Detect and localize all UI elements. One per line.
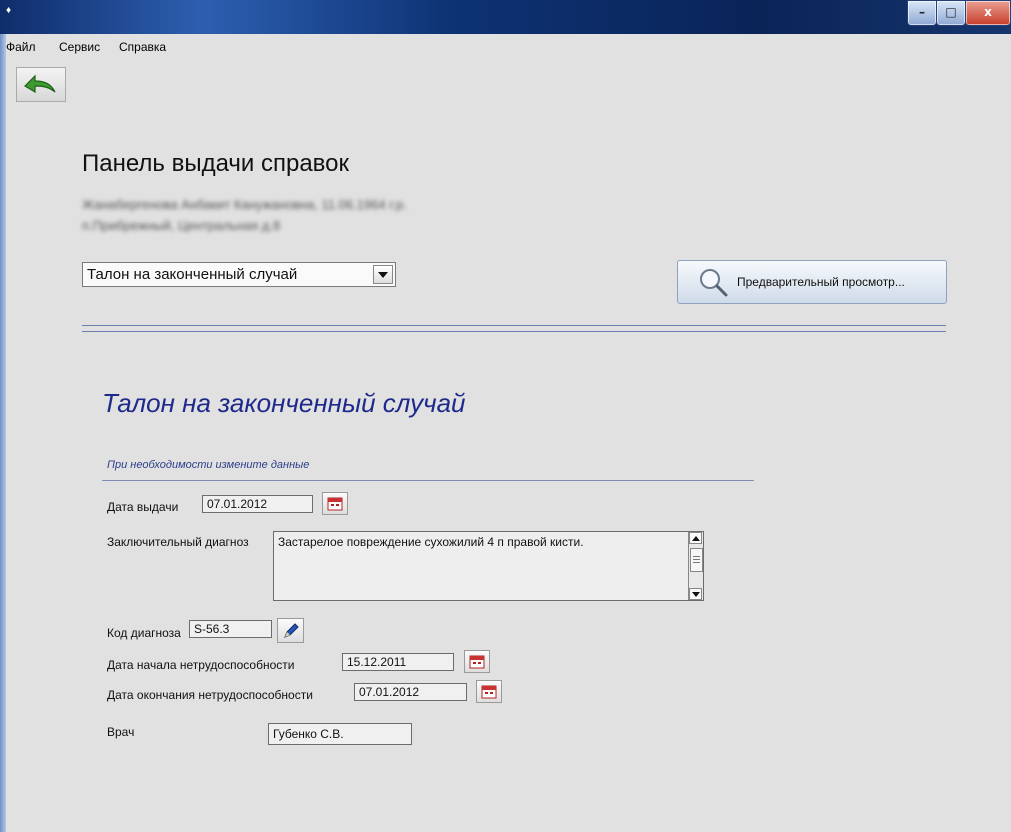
dropdown-arrow-button[interactable] (373, 265, 393, 284)
hint-underline (102, 480, 754, 481)
patient-name-line: Жанабергенова Анбакит Канужановна, 11.06… (82, 197, 407, 212)
maximize-icon: □ (945, 5, 957, 19)
diagnosis-scrollbar[interactable] (688, 532, 703, 600)
patient-info: Жанабергенова Анбакит Канужановна, 11.06… (82, 194, 407, 236)
final-diagnosis-textarea[interactable]: Застарелое повреждение сухожилий 4 п пра… (273, 531, 704, 601)
divider-line-bottom (82, 331, 946, 332)
preview-button-label: Предварительный просмотр... (737, 275, 905, 289)
pencil-icon (284, 623, 299, 638)
minimize-button[interactable]: – (907, 0, 937, 26)
issue-date-calendar-button[interactable] (322, 492, 348, 515)
app-client-area: Файл Сервис Справка Панель выдачи справо… (6, 34, 1011, 832)
calendar-icon (481, 685, 497, 699)
minimize-icon: – (919, 5, 925, 19)
window-titlebar: ♦ – □ x (0, 0, 1011, 34)
calendar-icon (327, 497, 343, 511)
disability-end-field[interactable]: 07.01.2012 (354, 683, 467, 701)
divider-line-top (82, 325, 946, 326)
arrow-down-icon (692, 592, 700, 597)
maximize-button[interactable]: □ (936, 0, 966, 26)
document-type-value: Талон на законченный случай (87, 266, 298, 283)
document-type-select[interactable]: Талон на законченный случай (82, 262, 396, 287)
chevron-down-icon (378, 272, 388, 278)
edit-diagnosis-code-button[interactable] (277, 618, 304, 643)
scroll-up-button[interactable] (689, 532, 702, 544)
issue-date-field[interactable]: 07.01.2012 (202, 495, 313, 513)
back-arrow-icon (24, 74, 56, 94)
form-title: Талон на законченный случай (102, 388, 466, 418)
menu-service[interactable]: Сервис (59, 40, 100, 54)
calendar-icon (469, 655, 485, 669)
scroll-thumb[interactable] (690, 548, 703, 572)
disability-end-label: Дата окончания нетрудоспособности (107, 688, 313, 702)
close-icon: x (984, 5, 992, 19)
disability-start-calendar-button[interactable] (464, 650, 490, 673)
menu-help[interactable]: Справка (119, 40, 166, 54)
diagnosis-code-label: Код диагноза (107, 626, 181, 640)
doctor-field[interactable]: Губенко С.В. (268, 723, 412, 745)
scroll-down-button[interactable] (689, 588, 702, 600)
menu-file[interactable]: Файл (6, 40, 36, 54)
final-diagnosis-label: Заключительный диагноз (107, 535, 249, 549)
preview-button[interactable]: Предварительный просмотр... (677, 260, 947, 304)
page-title: Панель выдачи справок (82, 150, 349, 177)
issue-date-label: Дата выдачи (107, 500, 179, 514)
patient-address-line: п.Прибрежный, Центральная д.8 (82, 218, 281, 233)
form-hint: При необходимости измените данные (107, 459, 310, 471)
magnifier-icon (700, 269, 728, 297)
close-button[interactable]: x (965, 0, 1011, 26)
disability-end-calendar-button[interactable] (476, 680, 502, 703)
disability-start-label: Дата начала нетрудоспособности (107, 658, 295, 672)
disability-start-field[interactable]: 15.12.2011 (342, 653, 454, 671)
diagnosis-code-field[interactable]: S-56.3 (189, 620, 272, 638)
app-icon: ♦ (6, 5, 12, 16)
arrow-up-icon (692, 536, 700, 541)
doctor-label: Врач (107, 725, 135, 739)
final-diagnosis-value: Застарелое повреждение сухожилий 4 п пра… (278, 535, 584, 549)
back-button[interactable] (16, 67, 66, 102)
